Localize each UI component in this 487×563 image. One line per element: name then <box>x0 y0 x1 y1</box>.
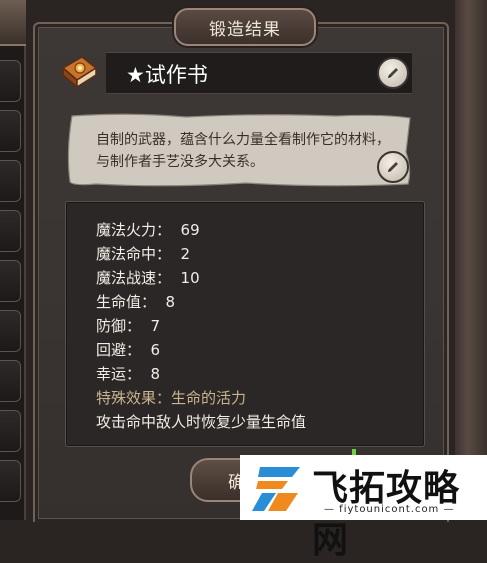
special-effect-label: 特殊效果：生命的活力 <box>96 389 247 407</box>
dialog-title-tab: 锻造结果 <box>174 8 316 46</box>
left-rail-cap <box>0 0 26 46</box>
inventory-slot[interactable] <box>0 410 21 452</box>
inventory-slot[interactable] <box>0 460 21 502</box>
pencil-icon <box>388 162 398 172</box>
stats-panel: 魔法火力： 69 魔法命中： 2 魔法战速： 10 生命值： 8 防御： 7 回… <box>65 201 425 447</box>
item-description: 自制的武器，蕴含什么力量全看制作它的材料，与制作者手艺没多大关系。 <box>96 132 390 170</box>
stat-luck: 幸运： 8 <box>96 365 161 383</box>
left-inventory-strip <box>0 0 26 520</box>
pencil-icon <box>388 68 398 78</box>
inventory-slot[interactable] <box>0 60 21 102</box>
item-name: ★试作书 <box>126 63 208 87</box>
inventory-slot[interactable] <box>0 160 21 202</box>
edit-name-button[interactable] <box>377 57 409 89</box>
dialog-title: 锻造结果 <box>209 19 281 40</box>
watermark-logo-icon <box>252 467 300 511</box>
inventory-slot[interactable] <box>0 360 21 402</box>
stat-evasion: 回避： 6 <box>96 341 161 359</box>
special-effect-description: 攻击命中敌人时恢复少量生命值 <box>96 413 307 431</box>
spell-book-icon <box>61 56 98 89</box>
stat-magic-hit: 魔法命中： 2 <box>96 245 191 263</box>
inventory-slot[interactable] <box>0 210 21 252</box>
item-name-bar: ★试作书 <box>106 52 412 94</box>
inventory-slot[interactable] <box>0 310 21 352</box>
stat-magic-power: 魔法火力： 69 <box>96 221 200 239</box>
inventory-slot[interactable] <box>0 260 21 302</box>
watermark-url: — fiytounicont.com — <box>324 504 455 515</box>
inventory-slot[interactable] <box>0 110 21 152</box>
watermark-overlay: 飞拓攻略网 — fiytounicont.com — <box>240 455 487 561</box>
stat-defense: 防御： 7 <box>96 317 161 335</box>
stat-hp: 生命值： 8 <box>96 293 176 311</box>
stat-magic-speed: 魔法战速： 10 <box>96 269 200 287</box>
edit-description-button[interactable] <box>377 151 409 183</box>
background-edge <box>455 0 487 520</box>
